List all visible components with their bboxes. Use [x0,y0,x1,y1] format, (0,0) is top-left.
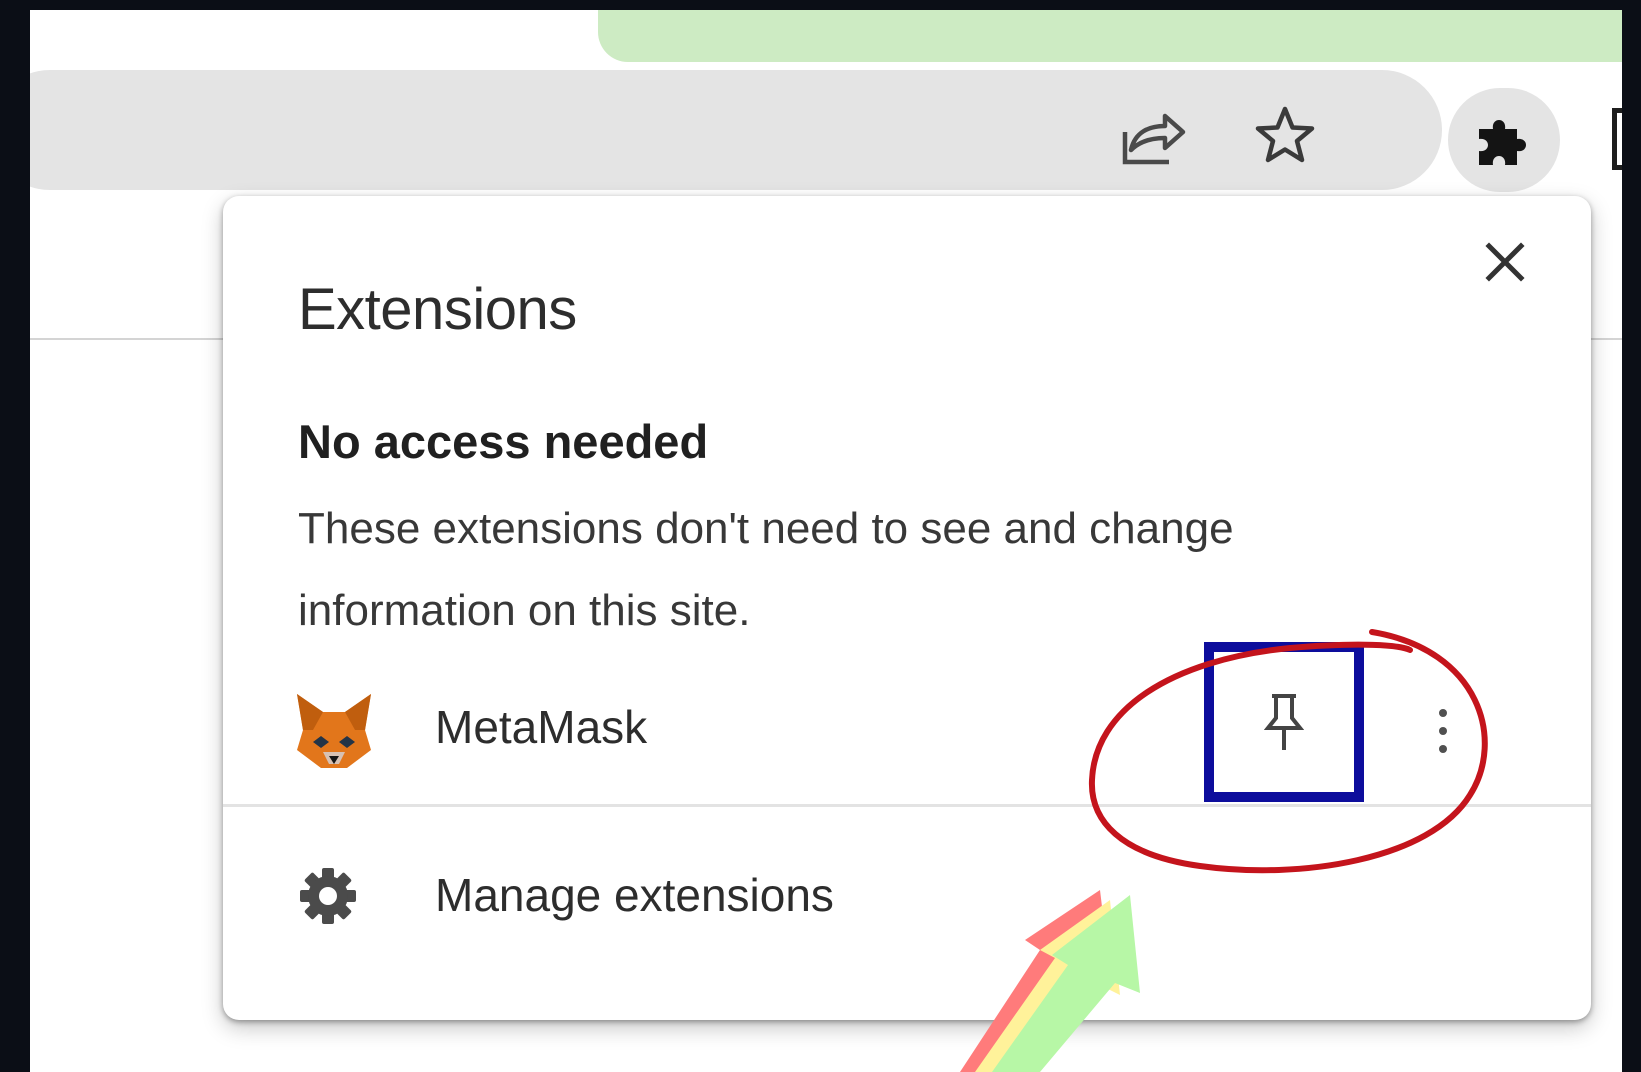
popup-title: Extensions [298,277,577,342]
extension-row[interactable]: MetaMask [223,642,1591,802]
extensions-popup: Extensions No access needed These extens… [223,196,1591,1020]
extensions-button[interactable] [1448,88,1560,192]
address-bar[interactable] [30,70,1442,190]
share-icon[interactable] [1115,98,1191,174]
browser-window: Extensions No access needed These extens… [30,10,1622,1072]
close-button[interactable] [1473,230,1537,294]
bookmark-star-icon[interactable] [1247,98,1323,174]
pin-button[interactable] [1204,642,1364,802]
highlight-box [1204,642,1364,802]
extensions-puzzle-icon [1473,107,1535,174]
section-heading: No access needed [298,415,709,468]
profile-button-edge[interactable] [1612,108,1622,170]
extension-name: MetaMask [435,701,648,753]
divider [223,804,1591,807]
manage-extensions-label: Manage extensions [435,869,834,921]
active-tab[interactable] [598,10,1622,62]
metamask-fox-icon [293,690,375,772]
more-options-button[interactable] [1428,688,1458,774]
close-icon [1485,242,1525,282]
gear-icon [296,864,360,928]
manage-extensions-row[interactable]: Manage extensions [223,814,1591,964]
section-description: These extensions don't need to see and c… [298,504,1234,635]
